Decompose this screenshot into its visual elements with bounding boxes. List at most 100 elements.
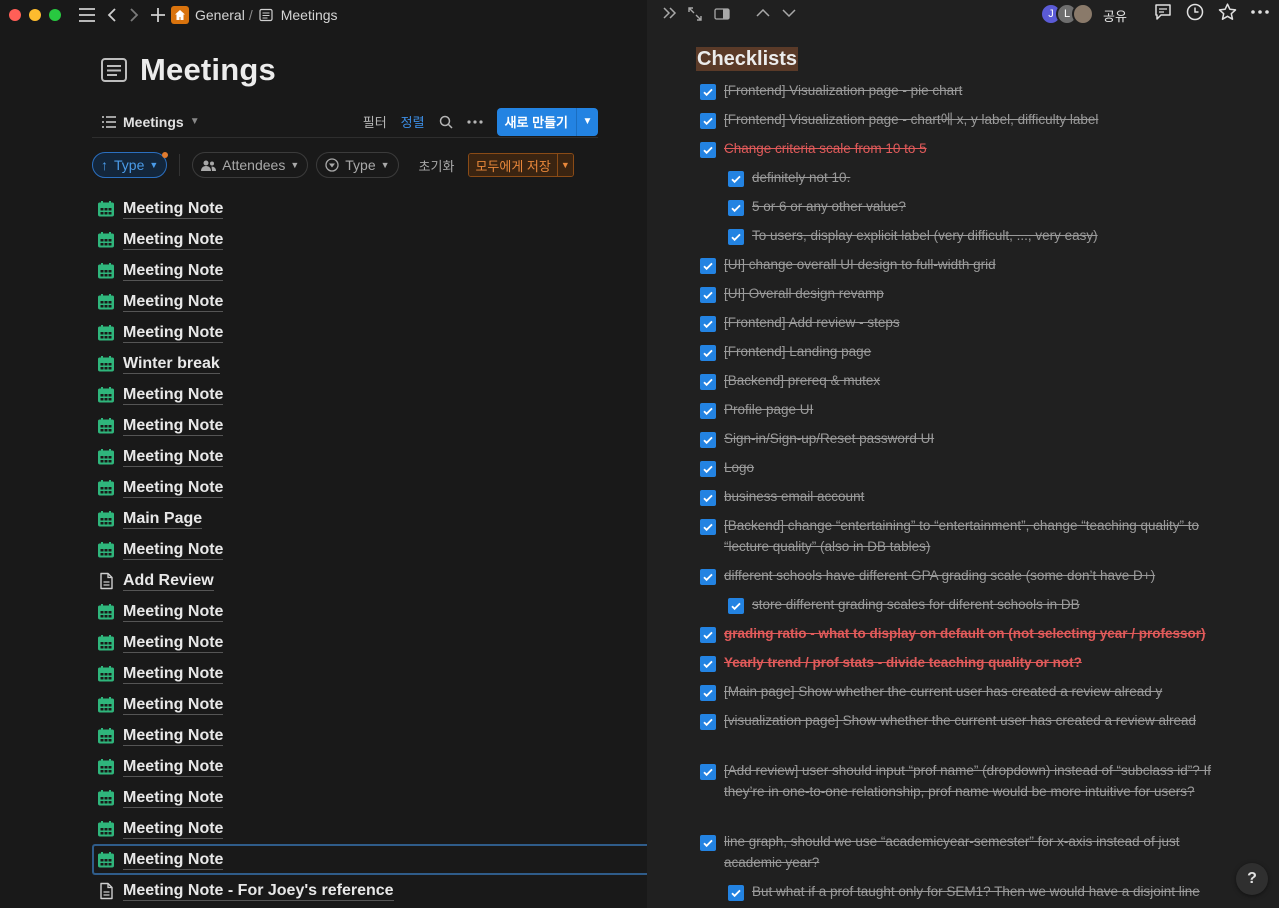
row-title[interactable]: Meeting Note (123, 540, 224, 560)
checkbox-checked[interactable] (700, 764, 716, 780)
checkbox-checked[interactable] (700, 835, 716, 851)
table-row[interactable]: Meeting Note (92, 596, 647, 627)
share-button[interactable]: 공유 (1103, 6, 1127, 25)
checkbox-checked[interactable] (700, 287, 716, 303)
filter-chip-attendees[interactable]: Attendees ▼ (192, 152, 309, 178)
table-row[interactable]: Meeting Note (92, 534, 647, 565)
filter-button[interactable]: 필터 (363, 112, 387, 131)
side-peek-icon[interactable] (714, 8, 730, 20)
avatar[interactable] (1072, 3, 1094, 25)
history-clock-icon[interactable] (1186, 3, 1204, 21)
table-row[interactable]: Meeting Note (92, 689, 647, 720)
row-title[interactable]: Meeting Note (123, 292, 224, 312)
more-options-icon[interactable] (1251, 10, 1269, 14)
row-title[interactable]: Meeting Note (123, 230, 224, 250)
checklist-item-text[interactable]: different schools have different GPA gra… (724, 565, 1155, 586)
table-row[interactable]: Meeting Note (92, 472, 647, 503)
filter-chip-type[interactable]: Type ▼ (316, 152, 399, 178)
checkbox-checked[interactable] (700, 656, 716, 672)
checklist-item-text[interactable]: 5 or 6 or any other value? (752, 196, 906, 217)
table-row[interactable]: Meeting Note (92, 255, 647, 286)
row-title[interactable]: Meeting Note - For Joey's reference (123, 881, 394, 901)
checkbox-checked[interactable] (700, 142, 716, 158)
table-row[interactable]: Meeting Note (92, 720, 647, 751)
checklist-item-text[interactable]: [Frontend] Landing page (724, 341, 871, 362)
checklist-item-text[interactable]: Yearly trend / prof stats - divide teach… (724, 652, 1082, 673)
checklist-item-text[interactable]: [Backend] prereq & mutex (724, 370, 880, 391)
checkbox-checked[interactable] (700, 627, 716, 643)
chevron-down-icon[interactable] (782, 9, 796, 17)
checklist-item-text[interactable]: [Frontend] Visualization page - pie char… (724, 80, 962, 101)
sort-button[interactable]: 정렬 (401, 112, 425, 131)
table-row[interactable]: Meeting Note (92, 658, 647, 689)
row-title[interactable]: Meeting Note (123, 695, 224, 715)
checkbox-checked[interactable] (700, 714, 716, 730)
checklist-item-text[interactable]: [Main page] Show whether the current use… (724, 681, 1162, 702)
checkbox-checked[interactable] (700, 519, 716, 535)
table-row[interactable]: Meeting Note (92, 317, 647, 348)
checklist-item-text[interactable]: [UI] Overall design revamp (724, 283, 884, 304)
save-for-everyone-button[interactable]: 모두에게 저장 (469, 154, 557, 176)
checklist-item-text[interactable]: Change criteria scale from 10 to 5 (724, 138, 927, 159)
close-window-button[interactable] (9, 9, 21, 21)
expand-icon[interactable] (688, 7, 702, 21)
checkbox-checked[interactable] (728, 885, 744, 901)
row-title[interactable]: Meeting Note (123, 726, 224, 746)
checklist-item-text[interactable]: To users, display explicit label (very d… (752, 225, 1098, 246)
checklist-item-text[interactable]: business email account (724, 486, 864, 507)
search-icon[interactable] (439, 115, 453, 129)
checklist-item-text[interactable]: [UI] change overall UI design to full-wi… (724, 254, 996, 275)
chevron-up-icon[interactable] (756, 9, 770, 17)
checkbox-checked[interactable] (700, 403, 716, 419)
checklist-item-text[interactable]: [Frontend] Add review - steps (724, 312, 900, 333)
row-title[interactable]: Meeting Note (123, 819, 224, 839)
checkbox-checked[interactable] (700, 490, 716, 506)
checklist-item-text[interactable]: But what if a prof taught only for SEM1?… (752, 881, 1200, 902)
table-row[interactable]: Meeting Note (92, 410, 647, 441)
row-title[interactable]: Main Page (123, 509, 203, 529)
table-row[interactable]: Meeting Note (92, 441, 647, 472)
table-row[interactable]: Add Review (92, 565, 647, 596)
checkbox-checked[interactable] (728, 598, 744, 614)
checkbox-checked[interactable] (700, 569, 716, 585)
checkbox-checked[interactable] (700, 461, 716, 477)
more-options-icon[interactable] (466, 119, 483, 124)
fullscreen-window-button[interactable] (49, 9, 61, 21)
row-title[interactable]: Meeting Note (123, 478, 224, 498)
help-button[interactable]: ? (1236, 863, 1268, 895)
save-dropdown-icon[interactable]: ▼ (556, 154, 573, 176)
checklist-item-text[interactable]: definitely not 10. (752, 167, 850, 188)
checkbox-checked[interactable] (700, 258, 716, 274)
table-row[interactable]: Meeting Note (92, 751, 647, 782)
checklist-item-text[interactable]: grading ratio - what to display on defau… (724, 623, 1206, 644)
checkbox-checked[interactable] (700, 84, 716, 100)
table-row[interactable]: Meeting Note (92, 813, 647, 844)
checkbox-checked[interactable] (728, 171, 744, 187)
reset-button[interactable]: 초기화 (419, 156, 455, 175)
breadcrumb-workspace[interactable]: General (195, 7, 245, 23)
table-row[interactable]: Meeting Note (92, 224, 647, 255)
checklist-item-text[interactable]: store different grading scales for difer… (752, 594, 1080, 615)
checkbox-checked[interactable] (700, 685, 716, 701)
table-row[interactable]: Meeting Note (92, 193, 647, 224)
row-title[interactable]: Meeting Note (123, 633, 224, 653)
checklist-item-text[interactable]: line graph, should we use “academicyear-… (724, 831, 1240, 873)
view-selector[interactable]: Meetings ▼ (102, 114, 200, 130)
table-row[interactable]: Meeting Note (92, 844, 647, 875)
table-row[interactable]: Meeting Note (92, 379, 647, 410)
row-title[interactable]: Meeting Note (123, 323, 224, 343)
checkbox-checked[interactable] (700, 345, 716, 361)
comment-icon[interactable] (1154, 3, 1172, 21)
forward-arrow-icon[interactable] (129, 3, 139, 27)
favorite-star-icon[interactable] (1218, 3, 1237, 21)
checkbox-checked[interactable] (700, 316, 716, 332)
checklist-item-text[interactable]: Sign-in/Sign-up/Reset password UI (724, 428, 934, 449)
row-title[interactable]: Meeting Note (123, 416, 224, 436)
close-peek-icon[interactable] (663, 7, 677, 19)
page-title[interactable]: Meetings (140, 52, 276, 88)
row-title[interactable]: Add Review (123, 571, 214, 591)
sidebar-menu-icon[interactable] (79, 3, 95, 27)
collaborator-avatars[interactable]: J L (1040, 3, 1094, 25)
checkbox-checked[interactable] (728, 200, 744, 216)
sort-chip-type[interactable]: ↑ Type ▼ (92, 152, 169, 178)
